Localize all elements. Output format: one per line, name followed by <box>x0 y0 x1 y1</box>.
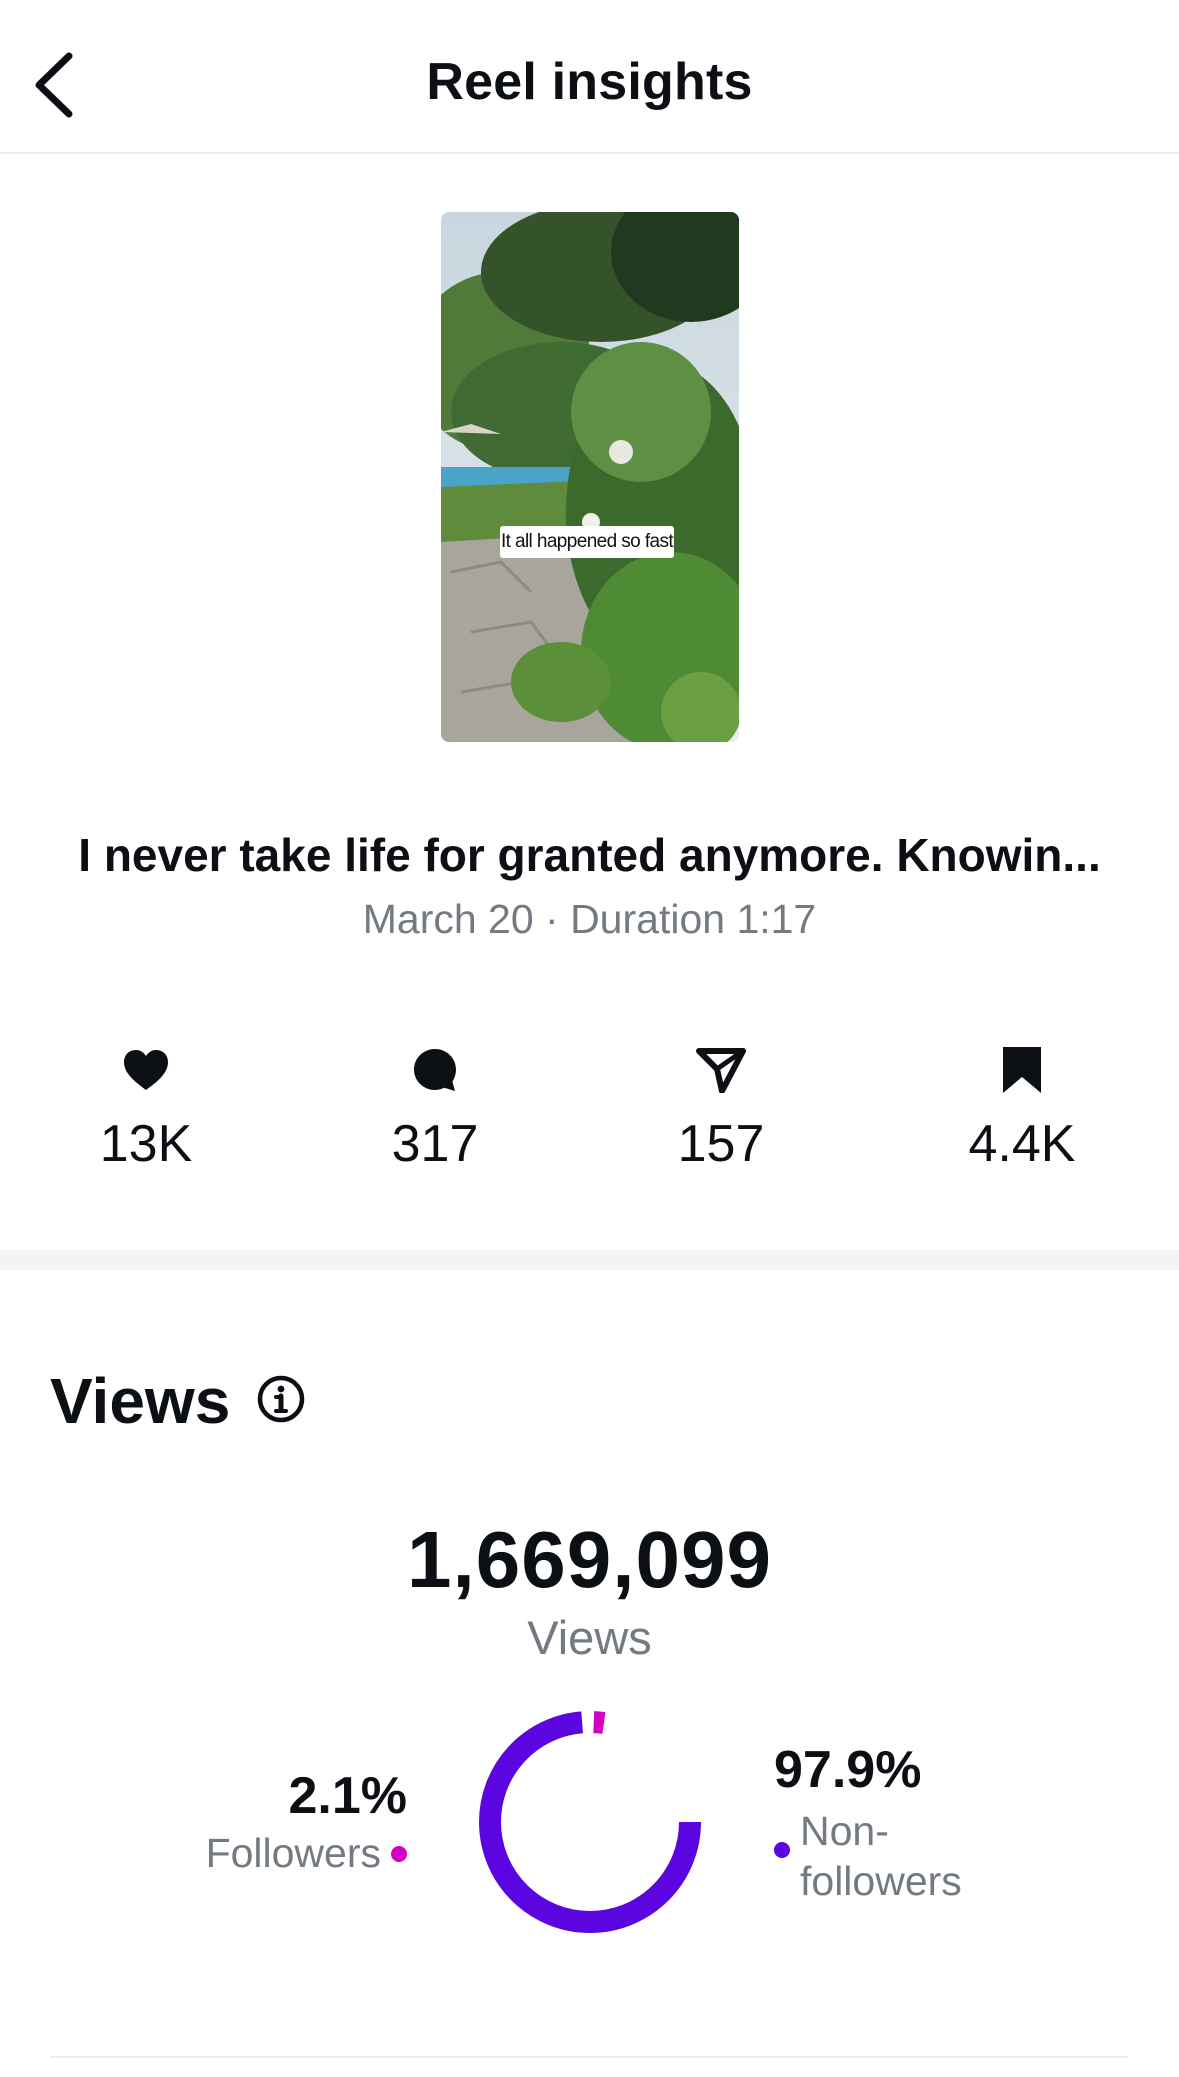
section-divider <box>0 1250 1179 1270</box>
views-total: 1,669,099 <box>407 1515 772 1604</box>
views-section-title: Views <box>50 1365 231 1437</box>
reel-caption: I never take life for granted anymore. K… <box>78 829 1101 881</box>
non-followers-percent: 97.9% <box>774 1741 922 1799</box>
shares-stat: 157 <box>621 1040 821 1174</box>
share-icon <box>696 1048 746 1093</box>
likes-count: 13K <box>99 1115 193 1173</box>
views-donut-chart <box>479 1711 701 1933</box>
followers-legend: 2.1% Followers <box>206 1766 407 1877</box>
page-title: Reel insights <box>426 53 753 111</box>
info-icon[interactable] <box>256 1374 306 1429</box>
reel-thumbnail[interactable] <box>441 212 739 742</box>
top-bar: Reel insights <box>0 0 1179 154</box>
followers-percent: 2.1% <box>288 1767 407 1825</box>
comment-icon <box>414 1049 456 1091</box>
donut-segment-non-followers <box>479 1711 701 1933</box>
comments-stat: 317 <box>335 1040 535 1174</box>
followers-legend-dot <box>391 1845 407 1862</box>
followers-label: Followers <box>205 1830 381 1876</box>
heart-icon <box>124 1050 168 1090</box>
shares-count: 157 <box>677 1115 765 1173</box>
saves-stat: 4.4K <box>922 1040 1122 1174</box>
reel-text-sticker: It all happened so fast <box>500 526 674 558</box>
non-followers-legend-dot <box>774 1842 790 1858</box>
views-total-label: Views <box>527 1611 652 1664</box>
bookmark-icon <box>1003 1047 1041 1093</box>
bottom-divider <box>50 2056 1129 2058</box>
reel-meta: March 20 · Duration 1:17 <box>362 896 817 942</box>
comments-count: 317 <box>391 1115 479 1173</box>
non-followers-label: Non- followers <box>800 1808 962 1904</box>
non-followers-legend: 97.9% Non- followers <box>774 1740 1000 1906</box>
saves-count: 4.4K <box>968 1115 1076 1173</box>
likes-stat: 13K <box>46 1040 246 1174</box>
